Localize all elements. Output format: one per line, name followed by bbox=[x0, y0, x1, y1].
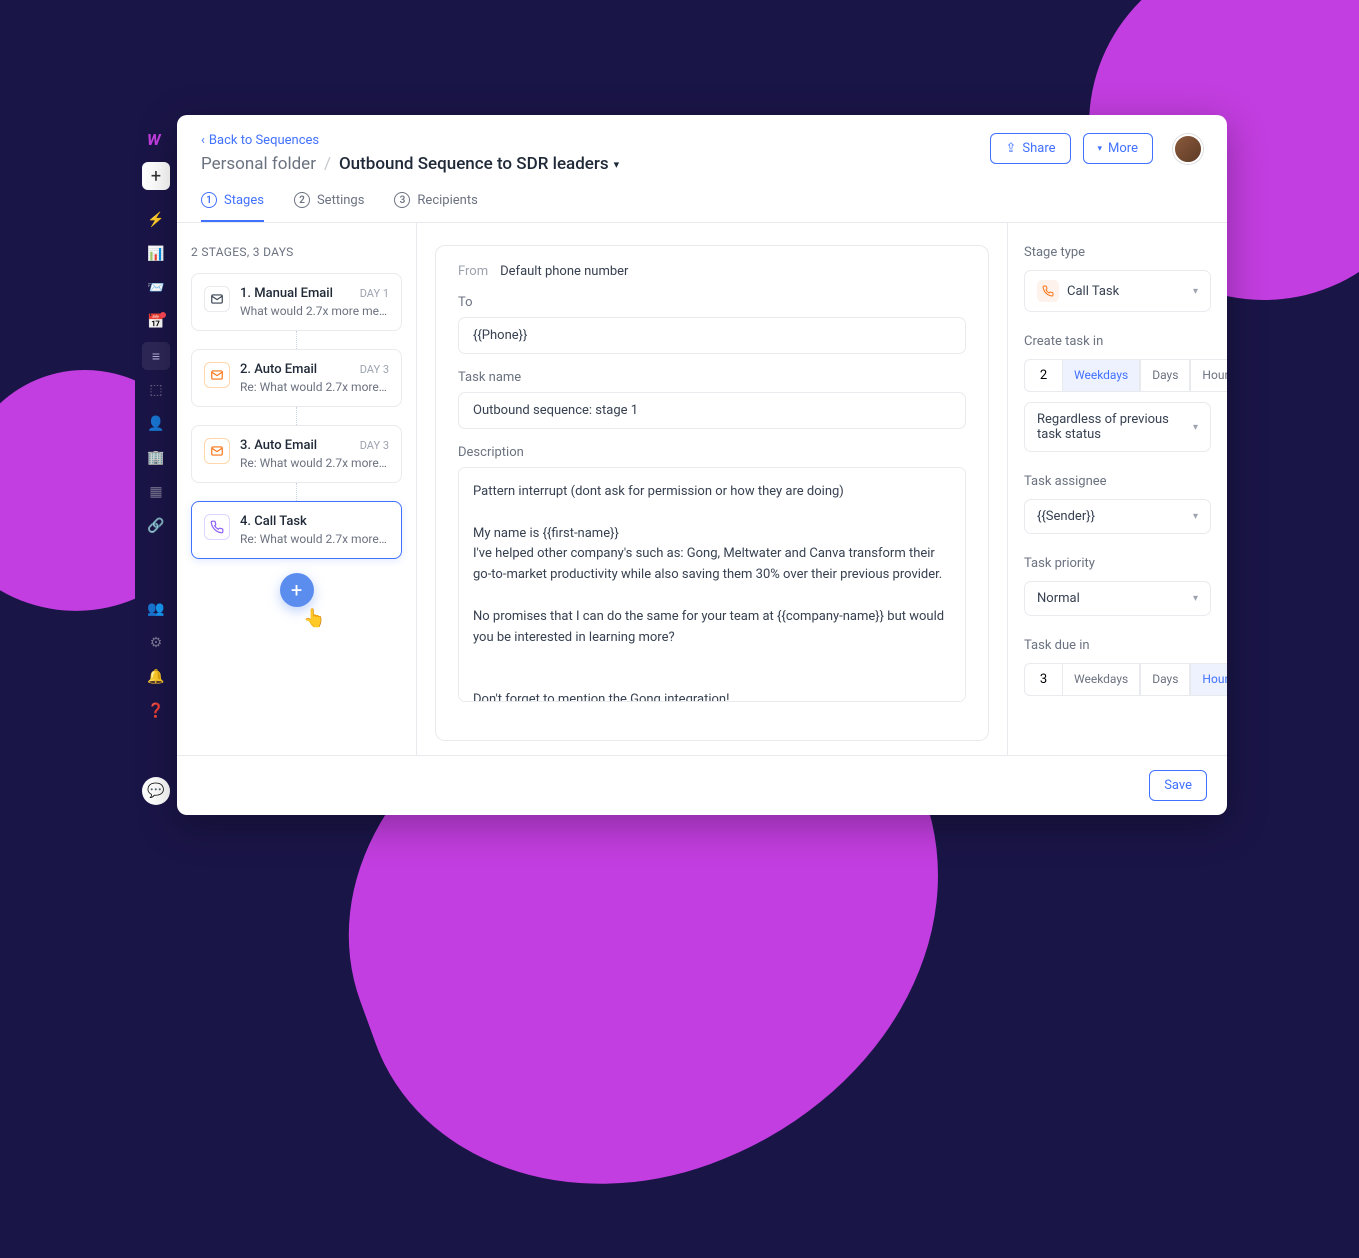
to-input[interactable] bbox=[458, 317, 966, 354]
due-value-input[interactable] bbox=[1024, 663, 1062, 696]
stage-connector bbox=[191, 331, 402, 349]
gear-icon[interactable]: ⚙ bbox=[142, 629, 170, 657]
bolt-icon[interactable]: ⚡ bbox=[142, 206, 170, 234]
chevron-down-icon: ▾ bbox=[614, 158, 620, 171]
to-label: To bbox=[458, 295, 966, 310]
person-icon[interactable]: 👤 bbox=[142, 410, 170, 438]
properties-panel: Stage type Call Task ▾ Create task in We… bbox=[1007, 223, 1227, 755]
unit-hours-button[interactable]: Hours bbox=[1190, 359, 1227, 392]
create-in-value-input[interactable] bbox=[1024, 359, 1062, 392]
assignee-label: Task assignee bbox=[1024, 474, 1211, 489]
team-icon[interactable]: 👥 bbox=[142, 595, 170, 623]
add-button[interactable]: + bbox=[142, 162, 170, 190]
share-button[interactable]: ⇪ Share bbox=[990, 133, 1070, 164]
chevron-down-icon: ▾ bbox=[1193, 511, 1198, 522]
stage-connector bbox=[191, 407, 402, 425]
building-icon[interactable]: 🏢 bbox=[142, 444, 170, 472]
back-label: Back to Sequences bbox=[209, 133, 319, 148]
tab-recipients[interactable]: 3Recipients bbox=[394, 192, 477, 222]
breadcrumb-current[interactable]: Outbound Sequence to SDR leaders ▾ bbox=[339, 154, 619, 174]
bell-icon[interactable]: 🔔 bbox=[142, 663, 170, 691]
from-value: Default phone number bbox=[500, 264, 628, 279]
chevron-down-icon: ▾ bbox=[1193, 286, 1198, 297]
tab-settings[interactable]: 2Settings bbox=[294, 192, 364, 222]
layers-icon[interactable]: ≡ bbox=[142, 342, 170, 370]
email-icon bbox=[204, 286, 230, 312]
link-icon[interactable]: 🔗 bbox=[142, 512, 170, 540]
from-label: From bbox=[458, 264, 488, 279]
email-icon bbox=[204, 362, 230, 388]
chart-icon[interactable]: 📊 bbox=[142, 240, 170, 268]
back-link[interactable]: ‹ Back to Sequences bbox=[201, 133, 619, 148]
stage-type-select[interactable]: Call Task ▾ bbox=[1024, 270, 1211, 312]
header: ‹ Back to Sequences Personal folder / Ou… bbox=[177, 115, 1227, 223]
task-name-label: Task name bbox=[458, 370, 966, 385]
assignee-select[interactable]: {{Sender}} ▾ bbox=[1024, 499, 1211, 534]
cursor-hand-icon: 👆 bbox=[303, 608, 325, 629]
unit-days-button[interactable]: Days bbox=[1140, 663, 1190, 696]
priority-label: Task priority bbox=[1024, 556, 1211, 571]
chat-icon[interactable]: 💬 bbox=[142, 777, 170, 805]
stage-card-3[interactable]: 3. Auto EmailDAY 3 Re: What would 2.7x m… bbox=[191, 425, 402, 483]
avatar[interactable] bbox=[1173, 134, 1203, 164]
chevron-left-icon: ‹ bbox=[201, 133, 205, 148]
logo-icon: W bbox=[147, 130, 165, 148]
app-window: ‹ Back to Sequences Personal folder / Ou… bbox=[177, 115, 1227, 815]
stage-type-label: Stage type bbox=[1024, 245, 1211, 260]
form-panel: From Default phone number To Task name D… bbox=[417, 223, 1007, 755]
calendar-icon[interactable]: 📅 bbox=[142, 308, 170, 336]
help-icon[interactable]: ❓ bbox=[142, 697, 170, 725]
save-button[interactable]: Save bbox=[1149, 770, 1207, 801]
footer: Save bbox=[177, 755, 1227, 815]
stage-card-4[interactable]: 4. Call Task Re: What would 2.7x more me… bbox=[191, 501, 402, 559]
breadcrumb-parent[interactable]: Personal folder bbox=[201, 154, 316, 174]
add-stage-button[interactable]: + 👆 bbox=[280, 573, 314, 607]
stages-panel: 2 STAGES, 3 DAYS 1. Manual EmailDAY 1 Wh… bbox=[177, 223, 417, 755]
stages-summary: 2 STAGES, 3 DAYS bbox=[191, 245, 402, 259]
stage-card-2[interactable]: 2. Auto EmailDAY 3 Re: What would 2.7x m… bbox=[191, 349, 402, 407]
breadcrumb-separator: / bbox=[324, 154, 331, 174]
stage-connector bbox=[191, 483, 402, 501]
task-name-input[interactable] bbox=[458, 392, 966, 429]
unit-weekdays-button[interactable]: Weekdays bbox=[1062, 359, 1140, 392]
create-in-label: Create task in bbox=[1024, 334, 1211, 349]
tab-stages[interactable]: 1Stages bbox=[201, 192, 264, 222]
grid-icon[interactable]: ▦ bbox=[142, 478, 170, 506]
description-label: Description bbox=[458, 445, 966, 460]
unit-days-button[interactable]: Days bbox=[1140, 359, 1190, 392]
stage-card-1[interactable]: 1. Manual EmailDAY 1 What would 2.7x mor… bbox=[191, 273, 402, 331]
description-textarea[interactable]: Pattern interrupt (dont ask for permissi… bbox=[458, 467, 966, 702]
chevron-down-icon: ▾ bbox=[1193, 422, 1198, 433]
app-sidebar: W + ⚡ 📊 📨 📅 ≡ ⬚ 👤 🏢 ▦ 🔗 👥 ⚙ 🔔 ❓ 💬 bbox=[135, 115, 177, 815]
phone-icon bbox=[1037, 280, 1059, 302]
due-label: Task due in bbox=[1024, 638, 1211, 653]
condition-select[interactable]: Regardless of previous task status ▾ bbox=[1024, 402, 1211, 452]
email-icon bbox=[204, 438, 230, 464]
cube-icon[interactable]: ⬚ bbox=[142, 376, 170, 404]
unit-hours-button[interactable]: Hours bbox=[1190, 663, 1227, 696]
chevron-down-icon: ▾ bbox=[1098, 144, 1103, 154]
inbox-icon[interactable]: 📨 bbox=[142, 274, 170, 302]
priority-select[interactable]: Normal ▾ bbox=[1024, 581, 1211, 616]
phone-icon bbox=[204, 514, 230, 540]
tabs: 1Stages 2Settings 3Recipients bbox=[201, 192, 1203, 222]
share-icon: ⇪ bbox=[1005, 141, 1016, 156]
unit-weekdays-button[interactable]: Weekdays bbox=[1062, 663, 1140, 696]
chevron-down-icon: ▾ bbox=[1193, 593, 1198, 604]
more-button[interactable]: ▾ More bbox=[1083, 133, 1153, 164]
breadcrumb: Personal folder / Outbound Sequence to S… bbox=[201, 154, 619, 174]
